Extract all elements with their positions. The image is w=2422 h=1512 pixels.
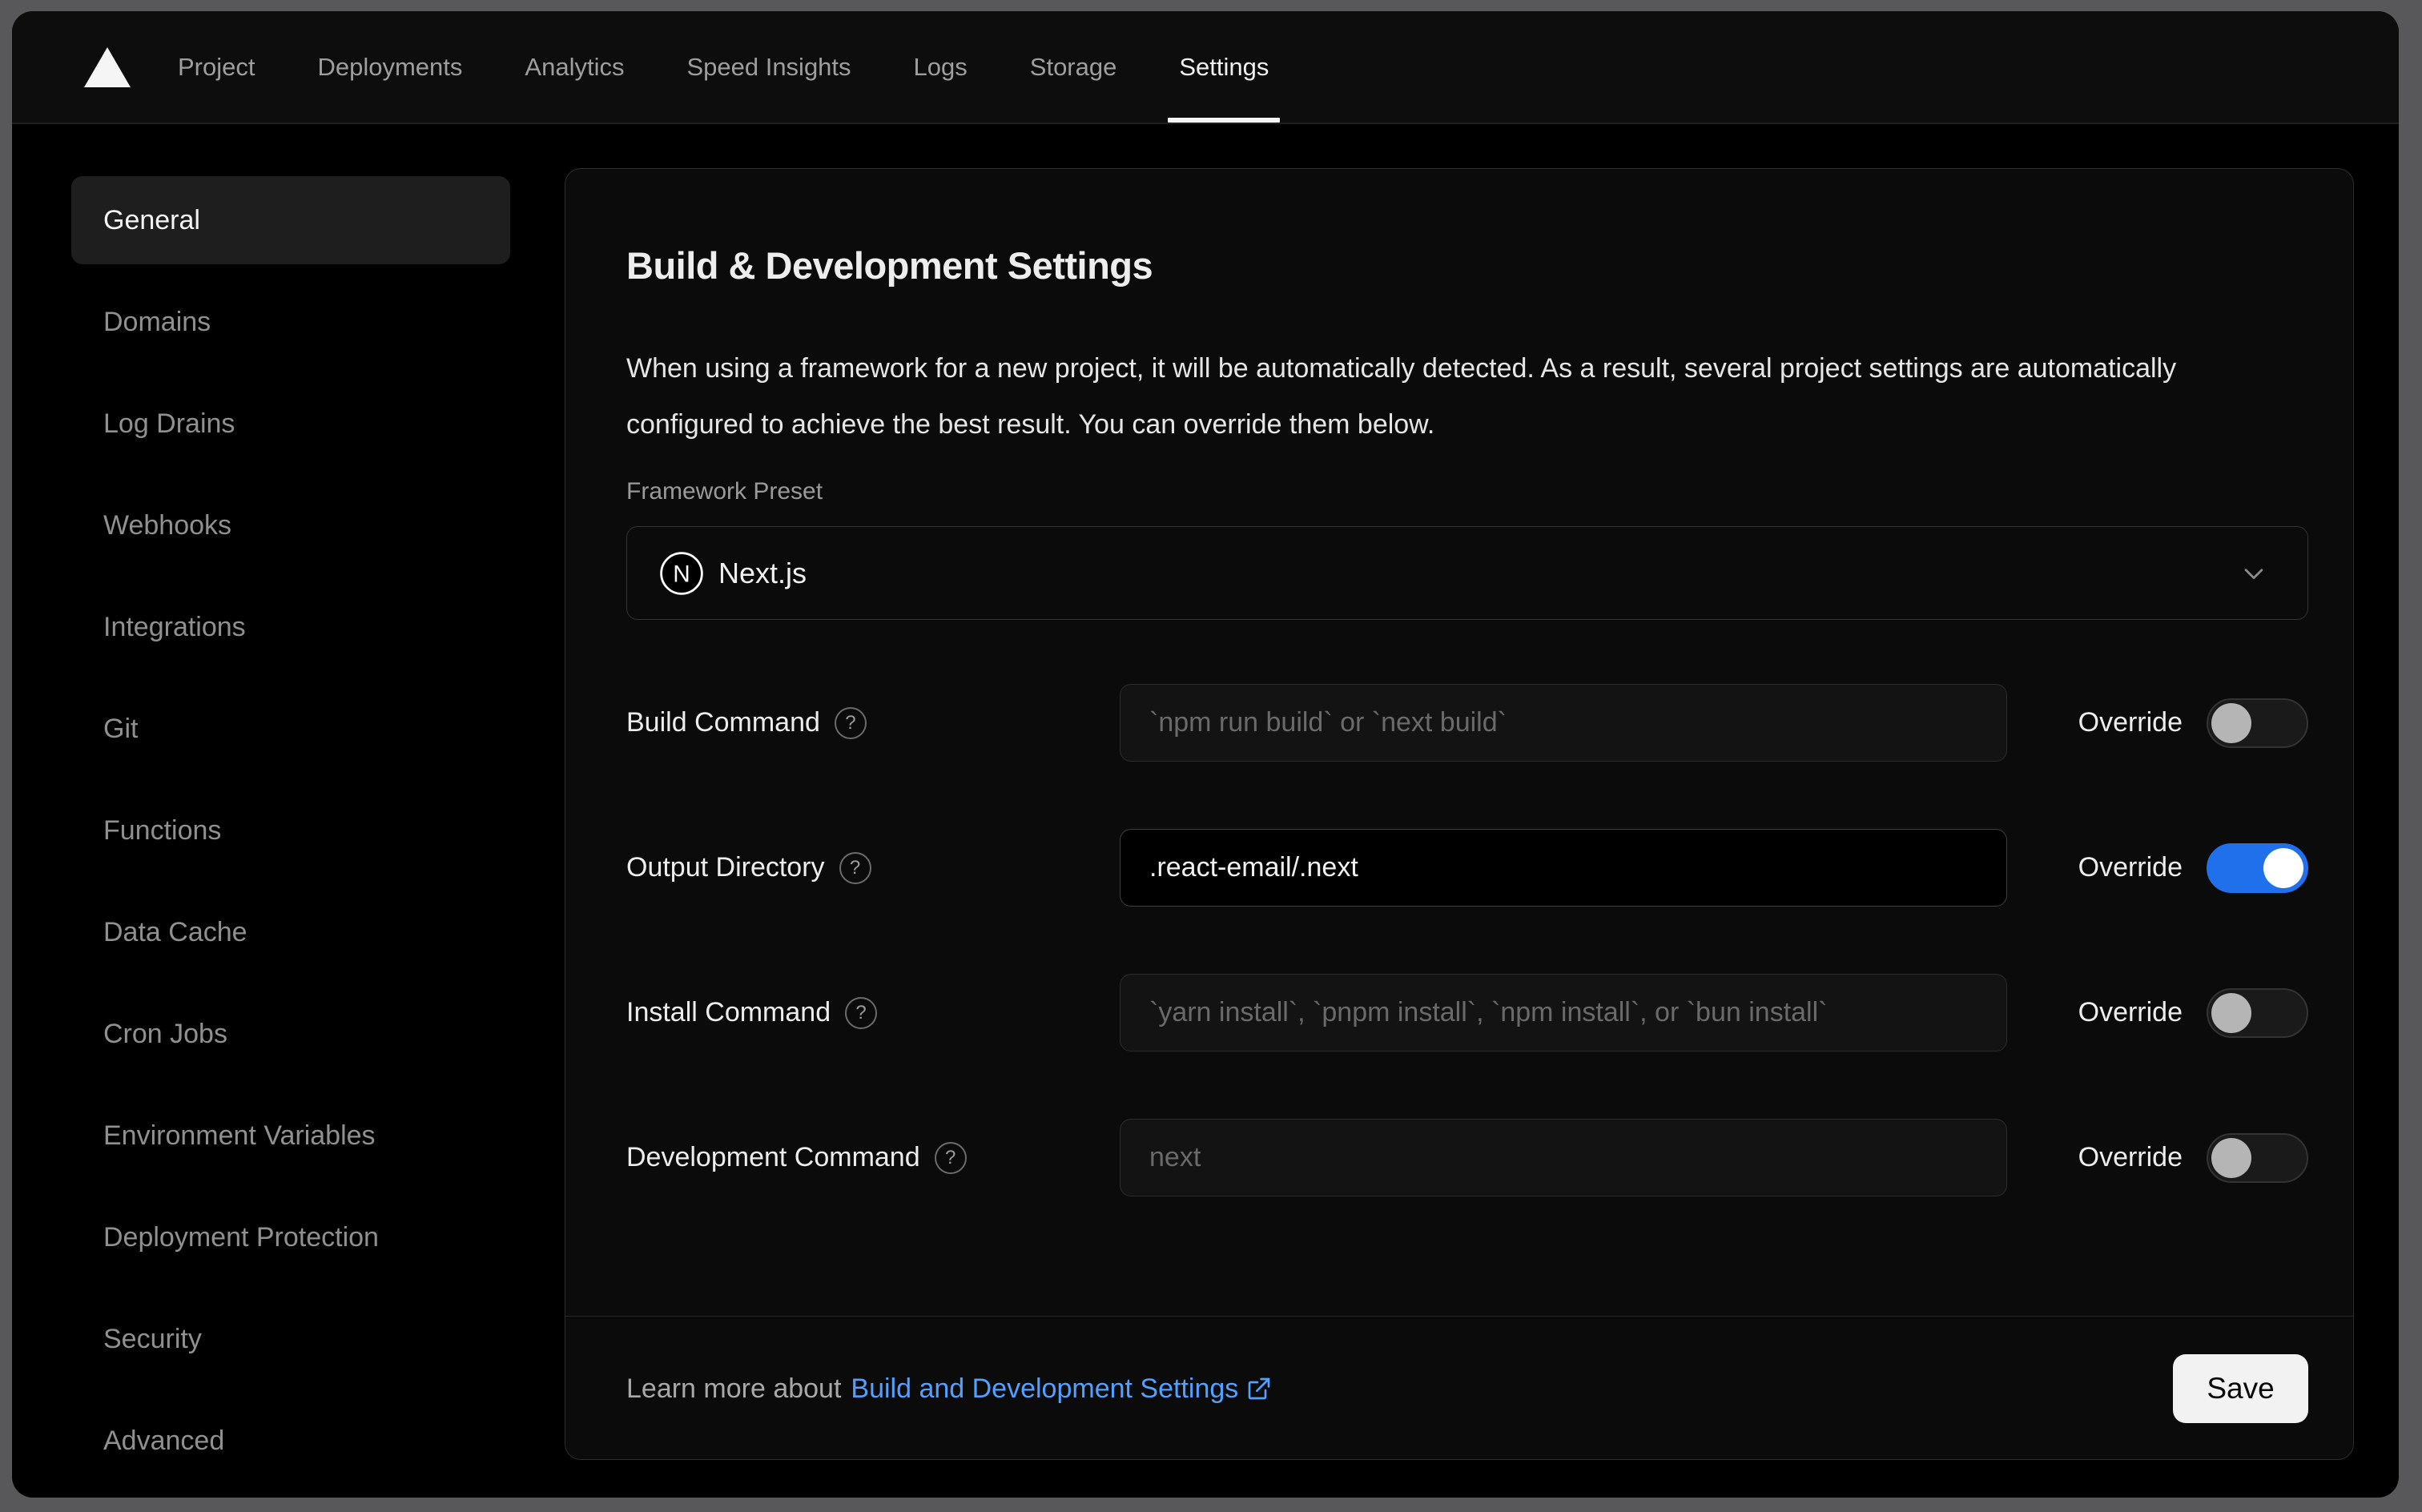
- tab-settings[interactable]: Settings: [1168, 11, 1281, 123]
- sidebar-item-log-drains[interactable]: Log Drains: [71, 380, 510, 468]
- sidebar-item-label: Webhooks: [103, 509, 232, 541]
- sidebar-item-label: Environment Variables: [103, 1120, 376, 1151]
- sidebar-item-functions[interactable]: Functions: [71, 786, 510, 875]
- sidebar-item-git[interactable]: Git: [71, 685, 510, 773]
- install-command-override-toggle[interactable]: [2207, 987, 2308, 1038]
- toggle-knob: [2263, 847, 2303, 888]
- toggle-knob: [2211, 1137, 2251, 1178]
- tab-project[interactable]: Project: [178, 11, 255, 123]
- tab-label: Speed Insights: [686, 52, 851, 81]
- sidebar-item-integrations[interactable]: Integrations: [71, 583, 510, 671]
- sidebar-item-cron-jobs[interactable]: Cron Jobs: [71, 990, 510, 1078]
- override-label: Override: [2078, 997, 2183, 1027]
- settings-sidebar: General Domains Log Drains Webhooks Inte…: [71, 176, 510, 1498]
- sidebar-item-data-cache[interactable]: Data Cache: [71, 888, 510, 976]
- development-command-label: Development Command: [626, 1142, 920, 1172]
- build-command-row: Build Command ? Override: [626, 684, 2308, 762]
- override-label: Override: [2078, 852, 2183, 883]
- command-rows: Build Command ? Override Output Director…: [626, 684, 2308, 1196]
- tab-label: Analytics: [525, 52, 625, 81]
- help-icon[interactable]: ?: [934, 1141, 967, 1174]
- sidebar-item-label: Integrations: [103, 611, 246, 642]
- tab-label: Storage: [1029, 52, 1117, 81]
- sidebar-item-deployment-protection[interactable]: Deployment Protection: [71, 1193, 510, 1281]
- output-directory-row: Output Directory ? Override: [626, 829, 2308, 907]
- help-icon[interactable]: ?: [845, 996, 878, 1029]
- sidebar-item-label: Data Cache: [103, 916, 247, 947]
- active-tab-underline: [1168, 118, 1281, 123]
- tab-logs[interactable]: Logs: [914, 11, 968, 123]
- tab-label: Project: [178, 52, 255, 81]
- install-command-row: Install Command ? Override: [626, 974, 2308, 1052]
- sidebar-item-label: General: [103, 204, 200, 235]
- development-command-row: Development Command ? Override: [626, 1119, 2308, 1196]
- vercel-logo-icon[interactable]: [84, 46, 131, 87]
- install-command-label: Install Command: [626, 997, 831, 1027]
- output-directory-label: Output Directory: [626, 852, 825, 883]
- build-command-override-toggle[interactable]: [2207, 698, 2308, 748]
- sidebar-item-environment-variables[interactable]: Environment Variables: [71, 1092, 510, 1180]
- tab-label: Logs: [913, 52, 968, 81]
- page-title: Build & Development Settings: [626, 244, 1153, 287]
- footer-link-label: Build and Development Settings: [851, 1373, 1239, 1404]
- tab-deployments[interactable]: Deployments: [317, 11, 462, 123]
- sidebar-item-label: Functions: [103, 814, 222, 846]
- nav-tabs: Project Deployments Analytics Speed Insi…: [178, 11, 1281, 123]
- framework-preset-value: Next.js: [718, 556, 807, 589]
- tab-speed-insights[interactable]: Speed Insights: [686, 11, 851, 123]
- help-icon[interactable]: ?: [834, 706, 867, 739]
- toggle-knob: [2211, 702, 2251, 743]
- tab-storage[interactable]: Storage: [1030, 11, 1117, 123]
- sidebar-item-webhooks[interactable]: Webhooks: [71, 481, 510, 569]
- sidebar-item-label: Domains: [103, 306, 211, 337]
- external-link-icon: [1248, 1377, 1270, 1400]
- tab-label: Deployments: [317, 52, 463, 81]
- override-label: Override: [2078, 1142, 2183, 1172]
- tab-label: Settings: [1179, 52, 1269, 81]
- sidebar-item-advanced[interactable]: Advanced: [71, 1397, 510, 1485]
- svg-text:N: N: [673, 561, 690, 587]
- card-footer: Learn more about Build and Development S…: [565, 1316, 2353, 1461]
- sidebar-item-label: Deployment Protection: [103, 1221, 379, 1253]
- sidebar-item-general[interactable]: General: [71, 176, 510, 264]
- framework-preset-label: Framework Preset: [626, 478, 823, 505]
- top-nav: Project Deployments Analytics Speed Insi…: [12, 11, 2399, 124]
- help-icon[interactable]: ?: [839, 851, 871, 884]
- sidebar-item-security[interactable]: Security: [71, 1295, 510, 1383]
- sidebar-item-label: Cron Jobs: [103, 1018, 227, 1049]
- build-command-input[interactable]: [1120, 684, 2007, 762]
- output-directory-input[interactable]: [1120, 829, 2007, 907]
- install-command-input[interactable]: [1120, 974, 2007, 1052]
- chevron-down-icon: [2244, 568, 2263, 579]
- build-settings-card: Build & Development Settings When using …: [565, 168, 2354, 1460]
- footer-text: Learn more about: [626, 1373, 842, 1404]
- section-description: When using a framework for a new project…: [626, 353, 2177, 440]
- build-command-label: Build Command: [626, 707, 820, 738]
- nextjs-logo-icon: N: [660, 551, 703, 595]
- override-label: Override: [2078, 707, 2183, 738]
- sidebar-item-label: Security: [103, 1323, 202, 1354]
- development-command-input[interactable]: [1120, 1119, 2007, 1196]
- toggle-knob: [2211, 992, 2251, 1033]
- development-command-override-toggle[interactable]: [2207, 1132, 2308, 1183]
- sidebar-item-domains[interactable]: Domains: [71, 278, 510, 366]
- sidebar-item-label: Advanced: [103, 1425, 225, 1456]
- output-directory-override-toggle[interactable]: [2207, 842, 2308, 893]
- tab-analytics[interactable]: Analytics: [525, 11, 624, 123]
- framework-preset-select[interactable]: N Next.js: [626, 526, 2308, 620]
- sidebar-item-label: Log Drains: [103, 408, 235, 439]
- save-button[interactable]: Save: [2173, 1354, 2308, 1423]
- app-window: Project Deployments Analytics Speed Insi…: [12, 11, 2399, 1498]
- build-settings-docs-link[interactable]: Build and Development Settings: [851, 1373, 1272, 1405]
- sidebar-item-label: Git: [103, 713, 139, 744]
